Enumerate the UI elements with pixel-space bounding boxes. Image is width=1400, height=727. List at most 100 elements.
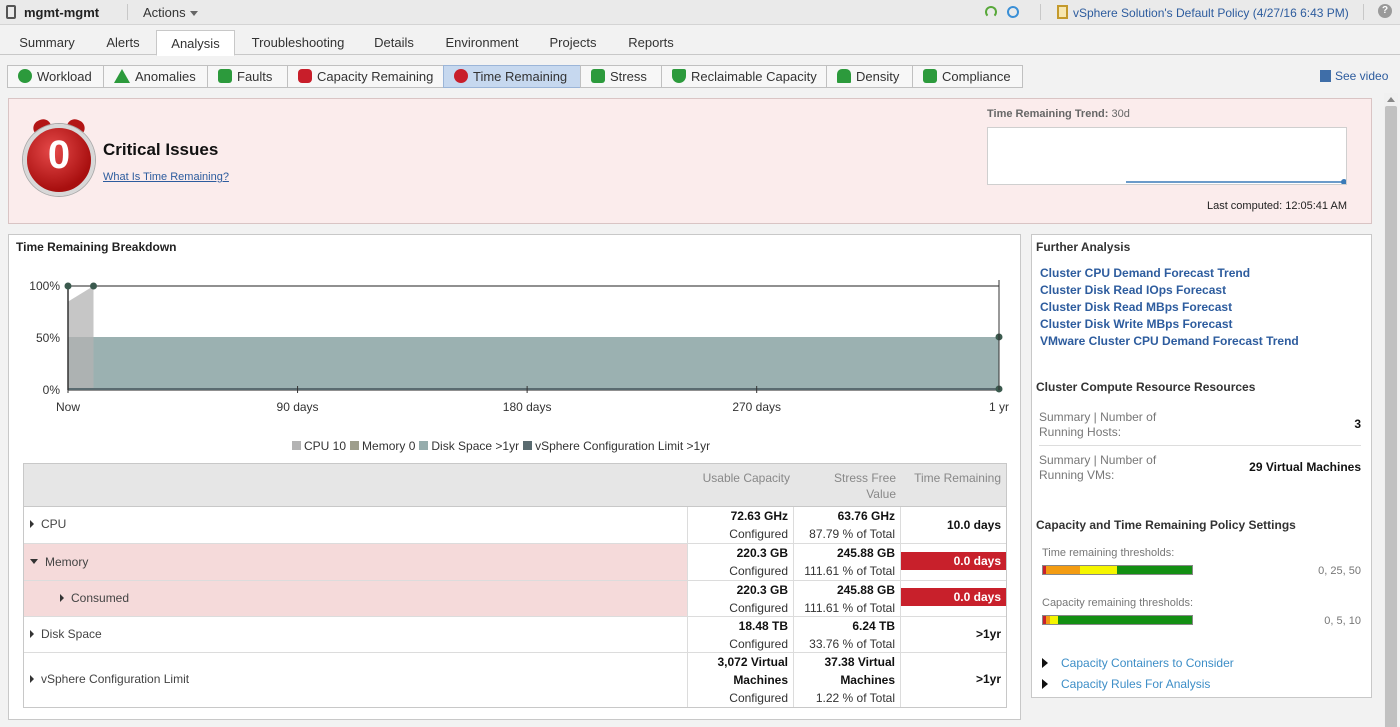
y-tick-label: 100% bbox=[29, 279, 60, 293]
threshold-yellow bbox=[1050, 616, 1058, 624]
fa-link-disk-read-mbps[interactable]: Cluster Disk Read MBps Forecast bbox=[1040, 300, 1232, 314]
time-remaining-icon bbox=[454, 69, 468, 83]
row-name: Disk Space bbox=[30, 627, 102, 641]
what-is-time-remaining-link[interactable]: What Is Time Remaining? bbox=[103, 171, 229, 183]
tab-details[interactable]: Details bbox=[363, 30, 425, 55]
cluster-icon bbox=[6, 5, 16, 19]
badge-tab-label: Stress bbox=[610, 69, 647, 84]
vms-value: 29 Virtual Machines bbox=[1249, 460, 1361, 474]
usable-cell: 220.3 GB Configured bbox=[687, 581, 793, 616]
badge-tab-compliance[interactable]: Compliance bbox=[912, 65, 1023, 88]
usable-value: 220.3 GB bbox=[736, 546, 788, 560]
usable-value-cont: Machines bbox=[733, 673, 788, 687]
capacity-rules-expander[interactable]: Capacity Rules For Analysis bbox=[1042, 677, 1210, 691]
chevron-down-icon bbox=[189, 11, 198, 17]
breakdown-table: Usable Capacity Stress Free Value Time R… bbox=[23, 463, 1007, 708]
badge-tab-label: Reclaimable Capacity bbox=[691, 69, 817, 84]
policy-icon bbox=[1057, 5, 1068, 19]
table-row-vsphere-config-limit[interactable]: vSphere Configuration Limit 3,072 Virtua… bbox=[24, 653, 1006, 707]
badge-tab-label: Compliance bbox=[942, 69, 1011, 84]
time-cell: 10.0 days bbox=[900, 507, 1006, 543]
expand-arrow-icon[interactable] bbox=[30, 630, 34, 638]
badge-tab-faults[interactable]: Faults bbox=[207, 65, 287, 88]
sparkline-svg bbox=[1126, 179, 1347, 185]
see-video-label: See video bbox=[1335, 69, 1389, 83]
time-remaining-breakdown-panel: Time Remaining Breakdown 100% 50% 0% Now 90 … bbox=[8, 234, 1021, 720]
tab-projects[interactable]: Projects bbox=[537, 30, 609, 55]
usable-value: 72.63 GHz bbox=[730, 509, 788, 523]
table-row-memory[interactable]: Memory 220.3 GB Configured 245.88 GB 111.6… bbox=[24, 544, 1006, 581]
further-analysis-title: Further Analysis bbox=[1036, 240, 1131, 254]
y-tick-label: 50% bbox=[36, 331, 60, 345]
threshold-green bbox=[1117, 566, 1192, 574]
hosts-value: 3 bbox=[1354, 417, 1361, 431]
tab-summary[interactable]: Summary bbox=[8, 30, 86, 55]
usable-value: 3,072 Virtual bbox=[717, 655, 789, 669]
usable-sub: Configured bbox=[729, 601, 788, 615]
badge-tab-reclaimable-capacity[interactable]: Reclaimable Capacity bbox=[661, 65, 826, 88]
resources-title: Cluster Compute Resource Resources bbox=[1036, 380, 1256, 394]
scroll-up-arrow-icon[interactable] bbox=[1387, 97, 1395, 102]
expand-arrow-icon[interactable] bbox=[30, 675, 34, 683]
tab-reports[interactable]: Reports bbox=[616, 30, 686, 55]
expand-arrow-icon[interactable] bbox=[60, 594, 64, 602]
table-row-cpu[interactable]: CPU 72.63 GHz Configured 63.76 GHz 87.79 %… bbox=[24, 507, 1006, 544]
capacity-containers-expander[interactable]: Capacity Containers to Consider bbox=[1042, 656, 1234, 670]
badge-tab-capacity-remaining[interactable]: Capacity Remaining bbox=[287, 65, 443, 88]
usable-sub: Configured bbox=[729, 564, 788, 578]
capacity-remaining-icon bbox=[298, 69, 312, 83]
collapse-arrow-icon[interactable] bbox=[30, 559, 38, 564]
legend-item[interactable]: CPU 10 bbox=[292, 439, 346, 453]
time-cell: >1yr bbox=[900, 617, 1006, 652]
badge-tab-label: Workload bbox=[37, 69, 92, 84]
table-row-disk-space[interactable]: Disk Space 18.48 TB Configured 6.24 TB 33.… bbox=[24, 617, 1006, 653]
tab-troubleshooting[interactable]: Troubleshooting bbox=[240, 30, 356, 55]
capacity-threshold-label: Capacity remaining thresholds: bbox=[1042, 597, 1194, 609]
badge-tab-workload[interactable]: Workload bbox=[7, 65, 103, 88]
expander-label: Capacity Containers to Consider bbox=[1061, 656, 1234, 670]
legend-item[interactable]: Memory 0 bbox=[350, 439, 415, 453]
legend-swatch bbox=[523, 441, 533, 450]
divider bbox=[1363, 4, 1364, 20]
fa-link-cpu-demand[interactable]: Cluster CPU Demand Forecast Trend bbox=[1040, 266, 1250, 280]
see-video-link[interactable]: See video bbox=[1320, 69, 1388, 83]
critical-issues-panel: 0 Critical Issues What Is Time Remaining… bbox=[8, 98, 1372, 224]
help-icon[interactable]: ? bbox=[1378, 4, 1392, 18]
usable-cell: 220.3 GB Configured bbox=[687, 544, 793, 580]
breakdown-title: Time Remaining Breakdown bbox=[16, 240, 177, 254]
policy-link[interactable]: vSphere Solution's Default Policy (4/27/… bbox=[1073, 6, 1349, 20]
badge-tab-density[interactable]: Density bbox=[826, 65, 912, 88]
expand-arrow-icon[interactable] bbox=[30, 520, 34, 528]
workload-icon bbox=[18, 69, 32, 83]
actions-menu[interactable]: Actions bbox=[143, 5, 198, 20]
hosts-label: Summary | Number of Running Hosts: bbox=[1039, 410, 1157, 439]
sparkline-end-point bbox=[1341, 179, 1347, 185]
badge-tab-time-remaining[interactable]: Time Remaining bbox=[443, 65, 580, 88]
row-label: Disk Space bbox=[41, 627, 102, 641]
fa-link-disk-read-iops[interactable]: Cluster Disk Read IOps Forecast bbox=[1040, 283, 1226, 297]
tab-alerts[interactable]: Alerts bbox=[94, 30, 152, 55]
legend-item[interactable]: vSphere Configuration Limit >1yr bbox=[523, 439, 710, 453]
fa-link-vmware-cpu-demand[interactable]: VMware Cluster CPU Demand Forecast Trend bbox=[1040, 334, 1299, 348]
stress-value: 6.24 TB bbox=[852, 619, 895, 633]
x-tick-label: 270 days bbox=[732, 400, 781, 414]
vertical-scrollbar[interactable] bbox=[1384, 93, 1398, 727]
stress-sub: 111.61 % of Total bbox=[804, 564, 895, 578]
badge-tab-anomalies[interactable]: Anomalies bbox=[103, 65, 207, 88]
table-row-consumed[interactable]: Consumed 220.3 GB Configured 245.88 GB 111… bbox=[24, 581, 1006, 617]
reclaimable-capacity-icon bbox=[672, 69, 686, 83]
info-icon[interactable] bbox=[1007, 6, 1019, 18]
table-header: Usable Capacity Stress Free Value Time R… bbox=[24, 464, 1006, 507]
tab-analysis[interactable]: Analysis bbox=[156, 30, 235, 56]
legend-swatch bbox=[419, 441, 429, 450]
legend-label: Disk Space >1yr bbox=[431, 439, 520, 453]
health-status-icon[interactable] bbox=[985, 6, 997, 18]
scrollbar-thumb[interactable] bbox=[1385, 106, 1397, 727]
badge-tab-stress[interactable]: Stress bbox=[580, 65, 661, 88]
time-threshold-values: 0, 25, 50 bbox=[1318, 565, 1361, 577]
top-bar: mgmt-mgmt Actions vSphere Solution's Def… bbox=[0, 0, 1400, 25]
legend-item[interactable]: Disk Space >1yr bbox=[419, 439, 519, 453]
tab-environment[interactable]: Environment bbox=[432, 30, 532, 55]
fa-link-disk-write-mbps[interactable]: Cluster Disk Write MBps Forecast bbox=[1040, 317, 1233, 331]
memory-point bbox=[64, 282, 72, 290]
